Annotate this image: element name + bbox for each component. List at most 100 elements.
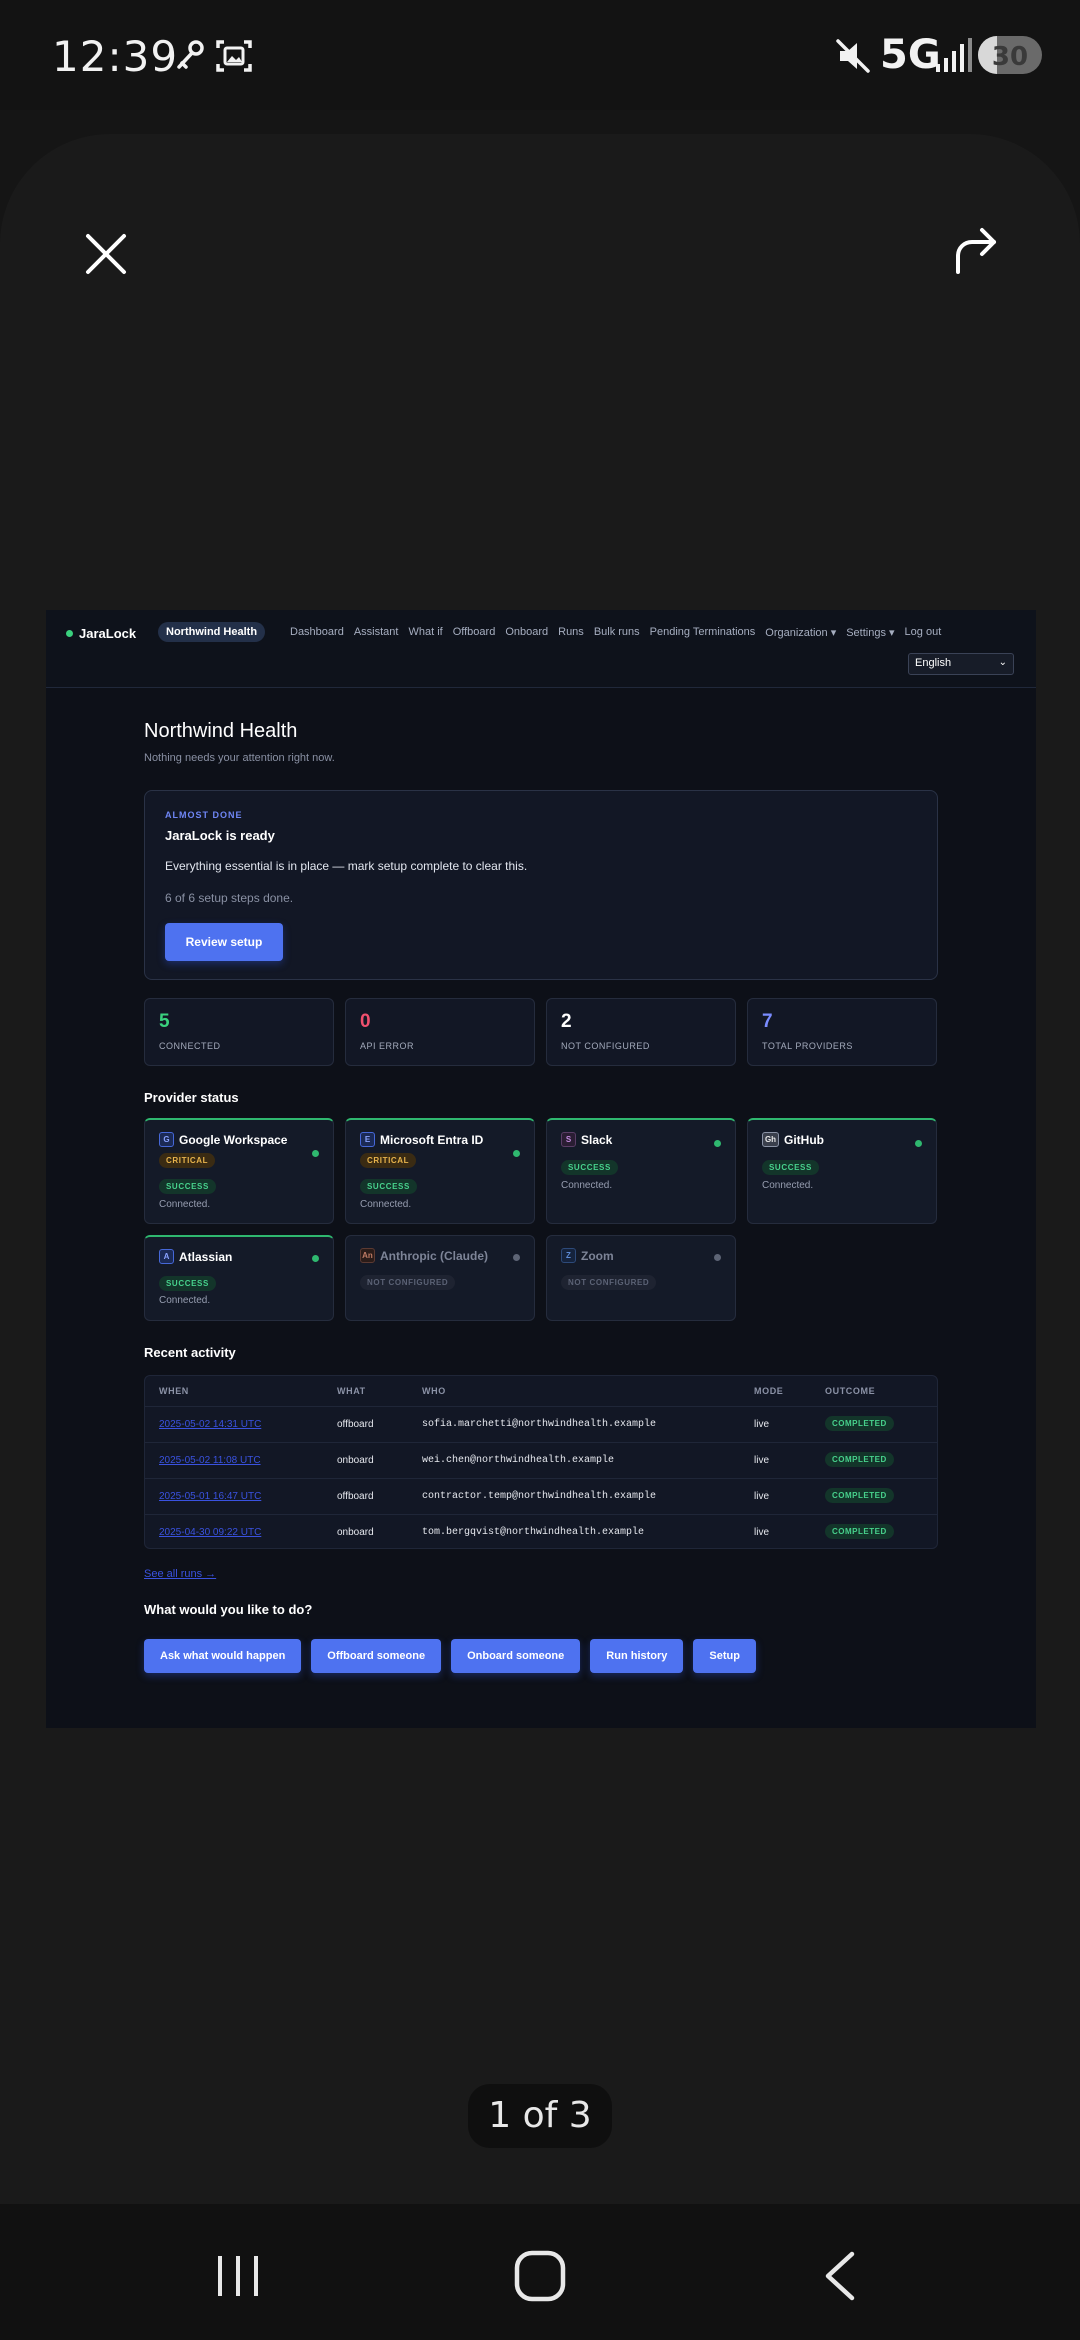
- slack-icon: S: [561, 1132, 576, 1147]
- nav-organization[interactable]: Organization ▾: [765, 626, 836, 639]
- col-outcome: OUTCOME: [825, 1386, 876, 1396]
- battery-level: 30: [991, 42, 1029, 72]
- provider-note: Connected.: [762, 1180, 814, 1191]
- provider-card-google-workspace[interactable]: G Google Workspace CRITICAL SUCCESS Conne…: [144, 1118, 334, 1224]
- nav-onboard[interactable]: Onboard: [505, 626, 548, 639]
- stat-value: 7: [762, 1011, 773, 1032]
- onboard-someone-button[interactable]: Onboard someone: [451, 1639, 581, 1673]
- setup-steps: 6 of 6 setup steps done.: [165, 891, 294, 905]
- stat-connected: 5 CONNECTED: [144, 998, 334, 1066]
- status-bar: 12:39 5G 30: [0, 0, 1080, 110]
- network-type: 5G: [880, 32, 941, 78]
- see-all-runs-link[interactable]: See all runs →: [144, 1568, 216, 1580]
- provider-name: Zoom: [581, 1248, 614, 1263]
- language-value: English: [915, 657, 952, 669]
- language-select[interactable]: English ⌄: [908, 653, 1014, 675]
- critical-badge: CRITICAL: [159, 1153, 216, 1168]
- run-mode: live: [754, 1419, 770, 1430]
- run-history-button[interactable]: Run history: [590, 1639, 684, 1673]
- setup-title: JaraLock is ready: [165, 828, 275, 843]
- nav-offboard[interactable]: Offboard: [453, 626, 496, 639]
- nav-dashboard[interactable]: Dashboard: [290, 626, 344, 639]
- back-icon[interactable]: [814, 2248, 870, 2304]
- table-row: 2025-05-02 14:31 UTC offboard sofia.marc…: [145, 1406, 937, 1442]
- app-top-nav: JaraLock Northwind Health Dashboard Assi…: [46, 610, 1036, 688]
- outcome-badge: COMPLETED: [825, 1416, 894, 1431]
- ask-what-would-happen-button[interactable]: Ask what would happen: [144, 1639, 302, 1673]
- nav-runs[interactable]: Runs: [558, 626, 584, 639]
- run-link[interactable]: 2025-04-30 09:22 UTC: [159, 1527, 261, 1538]
- review-setup-button[interactable]: Review setup: [165, 923, 283, 961]
- run-link[interactable]: 2025-05-02 11:08 UTC: [159, 1455, 261, 1466]
- provider-card-atlassian[interactable]: A Atlassian SUCCESS Connected.: [144, 1235, 334, 1321]
- provider-card-github[interactable]: Gh GitHub SUCCESS Connected.: [747, 1118, 937, 1224]
- provider-name: GitHub: [784, 1132, 824, 1147]
- key-icon: [177, 40, 204, 69]
- home-icon[interactable]: [512, 2248, 568, 2304]
- provider-status-heading: Provider status: [144, 1090, 239, 1105]
- run-who: wei.chen@northwindhealth.example: [422, 1455, 615, 1466]
- status-time: 12:39: [52, 32, 179, 81]
- stat-label: API ERROR: [360, 1041, 415, 1051]
- outcome-badge: COMPLETED: [825, 1524, 894, 1539]
- offboard-someone-button[interactable]: Offboard someone: [311, 1639, 442, 1673]
- stat-not-configured: 2 NOT CONFIGURED: [546, 998, 736, 1066]
- quick-actions: Ask what would happen Offboard someone O…: [144, 1639, 756, 1673]
- provider-name: Microsoft Entra ID: [380, 1132, 484, 1147]
- table-row: 2025-05-01 16:47 UTC offboard contractor…: [145, 1478, 937, 1514]
- run-who: tom.bergqvist@northwindhealth.example: [422, 1527, 645, 1538]
- table-header: WHEN WHAT WHO MODE OUTCOME: [145, 1376, 937, 1406]
- run-mode: live: [754, 1455, 770, 1466]
- close-icon[interactable]: [82, 230, 130, 278]
- nav-pending-terminations[interactable]: Pending Terminations: [650, 626, 756, 639]
- run-mode: live: [754, 1491, 770, 1502]
- brand[interactable]: JaraLock: [66, 626, 136, 641]
- provider-note: Connected.: [159, 1199, 211, 1210]
- provider-card-zoom[interactable]: Z Zoom NOT CONFIGURED: [546, 1235, 736, 1321]
- recents-icon[interactable]: [210, 2248, 266, 2304]
- mute-icon: [836, 39, 870, 73]
- table-row: 2025-05-02 11:08 UTC onboard wei.chen@no…: [145, 1442, 937, 1478]
- org-pill[interactable]: Northwind Health: [158, 622, 266, 642]
- status-dot: [915, 1140, 922, 1147]
- stat-label: CONNECTED: [159, 1041, 221, 1051]
- battery-indicator: 30: [978, 36, 1042, 74]
- provider-card-anthropic[interactable]: An Anthropic (Claude) NOT CONFIGURED: [345, 1235, 535, 1321]
- run-link[interactable]: 2025-05-01 16:47 UTC: [159, 1491, 261, 1502]
- outcome-badge: COMPLETED: [825, 1488, 894, 1503]
- signal-icon: [936, 38, 972, 72]
- provider-card-slack[interactable]: S Slack SUCCESS Connected.: [546, 1118, 736, 1224]
- stat-total-providers: 7 TOTAL PROVIDERS: [747, 998, 937, 1066]
- status-dot: [513, 1254, 520, 1261]
- provider-name: Anthropic (Claude): [380, 1248, 488, 1263]
- outcome-badge: COMPLETED: [825, 1452, 894, 1467]
- table-row: 2025-04-30 09:22 UTC onboard tom.bergqvi…: [145, 1514, 937, 1548]
- critical-badge: CRITICAL: [360, 1153, 417, 1168]
- run-link[interactable]: 2025-05-02 14:31 UTC: [159, 1419, 261, 1430]
- col-who: WHO: [422, 1386, 446, 1396]
- recent-activity-heading: Recent activity: [144, 1345, 236, 1360]
- run-what: offboard: [337, 1419, 374, 1430]
- provider-note: Connected.: [159, 1295, 211, 1306]
- setup-button[interactable]: Setup: [693, 1639, 756, 1673]
- share-icon[interactable]: [950, 226, 1000, 276]
- status-badge: SUCCESS: [762, 1160, 819, 1175]
- entra-icon: E: [360, 1132, 375, 1147]
- brand-name: JaraLock: [79, 626, 137, 641]
- nav-bulk-runs[interactable]: Bulk runs: [594, 626, 640, 639]
- nav-assistant[interactable]: Assistant: [354, 626, 399, 639]
- provider-name: Slack: [581, 1132, 613, 1147]
- status-badge: SUCCESS: [561, 1160, 618, 1175]
- nav-log-out[interactable]: Log out: [905, 626, 942, 639]
- col-what: WHAT: [337, 1386, 366, 1396]
- provider-note: Connected.: [561, 1180, 613, 1191]
- anthropic-icon: An: [360, 1248, 375, 1263]
- provider-name: Atlassian: [179, 1249, 233, 1264]
- provider-note: Connected.: [360, 1199, 412, 1210]
- page-subtitle: Nothing needs your attention right now.: [144, 752, 335, 764]
- nav-settings[interactable]: Settings ▾: [846, 626, 894, 639]
- run-who: sofia.marchetti@northwindhealth.example: [422, 1419, 657, 1430]
- provider-card-microsoft-entra-id[interactable]: E Microsoft Entra ID CRITICAL SUCCESS Con…: [345, 1118, 535, 1224]
- system-nav-bar: [0, 2204, 1080, 2340]
- nav-what-if[interactable]: What if: [408, 626, 442, 639]
